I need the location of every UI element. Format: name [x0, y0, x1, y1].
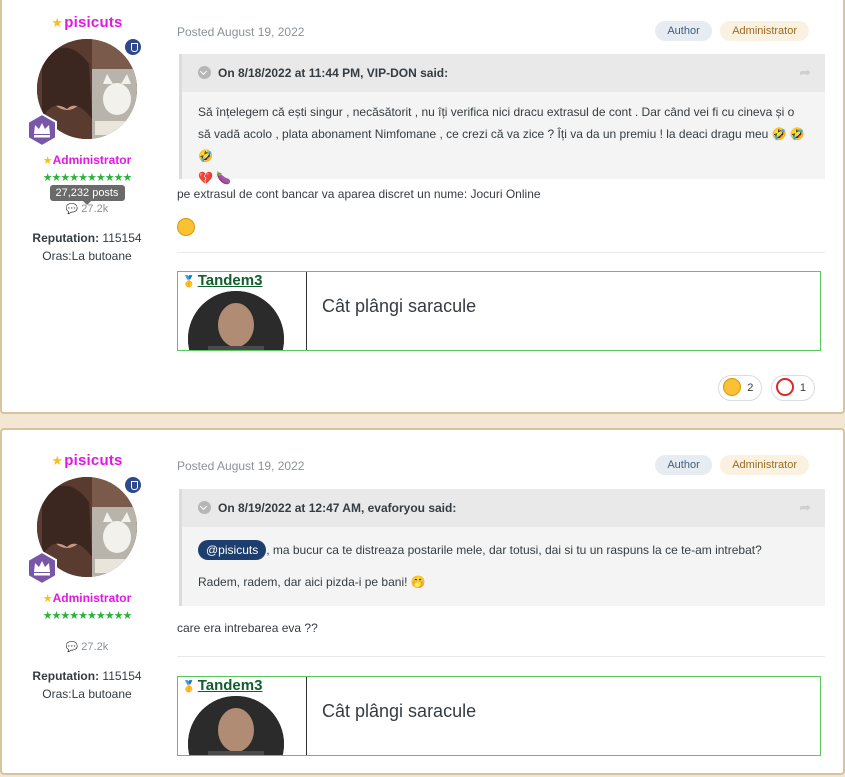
star-icon: ★: [51, 453, 64, 468]
shield-badge-icon: [123, 37, 143, 57]
quote-box: On 8/19/2022 at 12:47 AM, evaforyou said…: [179, 489, 825, 606]
smile-emoji-icon: [177, 218, 195, 236]
quote-collapse-icon[interactable]: [198, 66, 211, 79]
author-role: ★Administrator: [42, 591, 132, 605]
quote-body: @pisicuts, ma bucur ca te distreaza post…: [182, 527, 825, 593]
quote-box: On 8/18/2022 at 11:44 PM, VIP-DON said: …: [179, 54, 825, 185]
signature: 🥇 Tandem3 Cât plângi saracule: [177, 676, 821, 756]
share-icon[interactable]: ➦: [799, 64, 811, 81]
location: Oras:La butoane: [42, 687, 132, 701]
reaction-heart[interactable]: 1: [770, 375, 815, 401]
signature-photo: [188, 291, 284, 350]
author-username[interactable]: ★pisicuts: [2, 14, 172, 31]
post-1: ★pisicuts ★Administrator ★★★★★★★★★★ 27,2…: [0, 0, 845, 414]
signature-name[interactable]: 🥇 Tandem3: [182, 272, 262, 289]
author-tags: Author Administrator: [651, 455, 809, 475]
admin-tag: Administrator: [720, 455, 809, 475]
post-content: Posted August 19, 2022 Author Administra…: [177, 453, 825, 775]
author-panel: ★pisicuts ★Adminis: [2, 14, 172, 263]
posted-date[interactable]: Posted August 19, 2022: [177, 25, 304, 39]
rank-stars: ★★★★★★★★★★: [42, 172, 133, 184]
signature-text: Cât plângi saracule: [322, 296, 477, 316]
reputation: Reputation: 115154: [32, 231, 142, 245]
medal-icon: 🥇: [182, 681, 196, 693]
quote-header[interactable]: On 8/18/2022 at 11:44 PM, VIP-DON said: …: [182, 54, 825, 92]
author-avatar-wrap[interactable]: [27, 475, 143, 585]
quote-collapse-icon[interactable]: [198, 501, 211, 514]
reputation: Reputation: 115154: [32, 669, 142, 683]
signature-text: Cât plângi saracule: [322, 701, 477, 721]
rank-stars: ★★★★★★★★★★: [42, 610, 133, 622]
mention-link[interactable]: @pisicuts: [198, 540, 267, 560]
post-body-text: care era intrebarea eva ??: [177, 621, 318, 635]
share-icon[interactable]: ➦: [799, 499, 811, 516]
signature-left: 🥇 Tandem3: [178, 272, 307, 350]
signature: 🥇 Tandem3 Cât plângi saracule: [177, 271, 821, 351]
quote-header[interactable]: On 8/19/2022 at 12:47 AM, evaforyou said…: [182, 489, 825, 527]
post-content: Posted August 19, 2022 Author Administra…: [177, 19, 825, 409]
author-role: ★Administrator: [42, 153, 132, 167]
star-icon: ★: [42, 593, 53, 605]
post-meta: Posted August 19, 2022 Author Administra…: [177, 453, 825, 477]
comment-bubble-icon: 💬: [65, 204, 79, 215]
star-icon: ★: [51, 15, 64, 30]
reaction-laugh[interactable]: 2: [718, 375, 763, 401]
author-panel: ★pisicuts ★Adminis: [2, 452, 172, 701]
admin-tag: Administrator: [720, 21, 809, 41]
rank-crown-icon: [27, 551, 57, 585]
author-tag: Author: [655, 21, 712, 41]
rank-crown-icon: [27, 113, 57, 147]
location: Oras:La butoane: [42, 249, 132, 263]
shield-badge-icon: [123, 475, 143, 495]
author-tags: Author Administrator: [651, 21, 809, 41]
reactions: 2 1: [714, 375, 815, 401]
heart-reaction-icon: [775, 378, 794, 397]
post-meta: Posted August 19, 2022 Author Administra…: [177, 19, 825, 43]
medal-icon: 🥇: [182, 276, 196, 288]
post-2: ★pisicuts ★Administrator ★★★★★★★★★★ 💬 27…: [0, 428, 845, 775]
signature-left: 🥇 Tandem3: [178, 677, 307, 755]
star-icon: ★: [42, 155, 53, 167]
post-count[interactable]: 💬 27.2k: [2, 641, 172, 653]
author-username[interactable]: ★pisicuts: [2, 452, 172, 469]
divider: [177, 252, 825, 253]
quote-body: Să înțelegem că ești singur , necăsători…: [198, 105, 805, 185]
post-body-text: pe extrasul de cont bancar va aparea dis…: [177, 187, 541, 201]
laugh-reaction-icon: [723, 378, 742, 397]
divider: [177, 656, 825, 657]
author-avatar-wrap[interactable]: [27, 37, 143, 147]
signature-photo: [188, 696, 284, 755]
comment-bubble-icon: 💬: [65, 642, 79, 653]
posted-date[interactable]: Posted August 19, 2022: [177, 459, 304, 473]
signature-name[interactable]: 🥇 Tandem3: [182, 677, 262, 694]
posts-tooltip: 27,232 posts: [49, 185, 125, 205]
author-tag: Author: [655, 455, 712, 475]
